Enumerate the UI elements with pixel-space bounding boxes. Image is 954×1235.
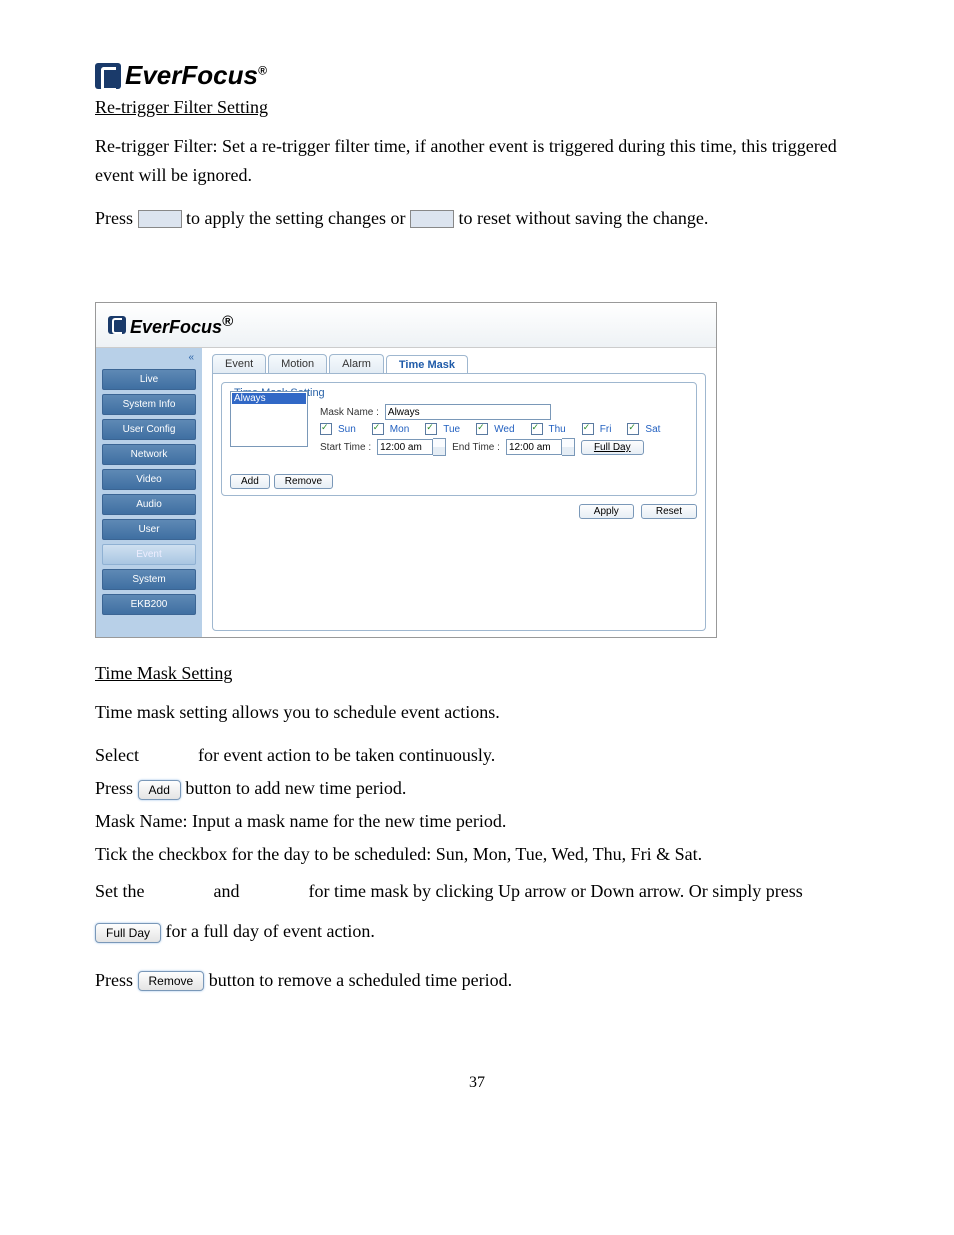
full-day-button[interactable]: Full Day xyxy=(581,440,644,455)
tab-alarm[interactable]: Alarm xyxy=(329,354,384,373)
tab-time-mask[interactable]: Time Mask xyxy=(386,355,468,374)
end-time-label: End Time : xyxy=(452,442,500,453)
main-pane: Event Motion Alarm Time Mask Time Mask S… xyxy=(202,348,716,637)
logo-icon xyxy=(95,63,121,89)
logo-word: EverFocus xyxy=(125,60,258,90)
screenshot-header: EverFocus® xyxy=(96,303,716,348)
spinner-arrows-icon[interactable] xyxy=(433,438,446,456)
mask-name-input[interactable] xyxy=(385,404,551,420)
sidebar-item-user[interactable]: User xyxy=(102,519,196,540)
remove-button[interactable]: Remove xyxy=(274,474,333,489)
sidebar-item-user-config[interactable]: User Config xyxy=(102,419,196,440)
sidebar-item-video[interactable]: Video xyxy=(102,469,196,490)
sidebar-item-event[interactable]: Event xyxy=(102,544,196,565)
text-press: Press xyxy=(95,208,138,228)
logo-text: EverFocus® xyxy=(125,60,267,91)
checkbox-mon[interactable] xyxy=(372,423,384,435)
checkbox-tue[interactable] xyxy=(425,423,437,435)
label-sun: Sun xyxy=(338,424,356,435)
tab-event[interactable]: Event xyxy=(212,354,266,373)
checkbox-wed[interactable] xyxy=(476,423,488,435)
tab-bar: Event Motion Alarm Time Mask xyxy=(212,354,706,373)
add-button[interactable]: Add xyxy=(230,474,270,489)
start-time-label: Start Time : xyxy=(320,442,371,453)
apply-button[interactable]: Apply xyxy=(579,504,634,519)
label-wed: Wed xyxy=(494,424,514,435)
checkbox-fri[interactable] xyxy=(582,423,594,435)
start-time-input[interactable] xyxy=(377,439,433,455)
label-sat: Sat xyxy=(645,424,660,435)
sidebar-item-system[interactable]: System xyxy=(102,569,196,590)
apply-button-placeholder xyxy=(138,210,182,228)
retrigger-description: Re-trigger Filter: Set a re-trigger filt… xyxy=(95,132,859,190)
text-reset-end: to reset without saving the change. xyxy=(458,208,708,228)
brand-logo: EverFocus® xyxy=(95,60,859,91)
sidebar-collapse-icon[interactable]: « xyxy=(102,352,196,365)
inline-add-button: Add xyxy=(138,780,181,800)
press-remove-line: Press Remove button to remove a schedule… xyxy=(95,966,859,995)
logo-trademark: ® xyxy=(258,63,267,77)
section-timemask-title: Time Mask Setting xyxy=(95,663,859,684)
reset-button[interactable]: Reset xyxy=(641,504,697,519)
inline-remove-button: Remove xyxy=(138,971,205,991)
checkbox-sat[interactable] xyxy=(627,423,639,435)
sidebar: « Live System Info User Config Network V… xyxy=(96,348,202,637)
page-number: 37 xyxy=(95,1074,859,1092)
sidebar-item-system-info[interactable]: System Info xyxy=(102,394,196,415)
end-time-input[interactable] xyxy=(506,439,562,455)
mask-list[interactable]: Always xyxy=(230,391,308,447)
set-time-instruction: Set the and for time mask by clicking Up… xyxy=(95,872,859,951)
label-thu: Thu xyxy=(549,424,566,435)
sidebar-item-live[interactable]: Live xyxy=(102,369,196,390)
timemask-intro: Time mask setting allows you to schedule… xyxy=(95,698,859,727)
tick-days-instruction: Tick the checkbox for the day to be sche… xyxy=(95,840,859,869)
start-time-spinner[interactable] xyxy=(377,438,446,456)
reset-button-placeholder xyxy=(410,210,454,228)
apply-reset-instruction: Press to apply the setting changes or to… xyxy=(95,204,859,233)
text-apply-or: to apply the setting changes or xyxy=(186,208,410,228)
label-mon: Mon xyxy=(390,424,409,435)
press-add-line: Press Add button to add new time period. xyxy=(95,774,859,803)
mask-list-option-always[interactable]: Always xyxy=(232,393,306,404)
time-mask-screenshot: EverFocus® « Live System Info User Confi… xyxy=(95,302,717,638)
label-tue: Tue xyxy=(443,424,460,435)
sidebar-item-ekb200[interactable]: EKB200 xyxy=(102,594,196,615)
sidebar-item-network[interactable]: Network xyxy=(102,444,196,465)
tab-panel: Time Mask Setting Always Mask Name : Sun… xyxy=(212,373,706,631)
section-retrigger-title: Re-trigger Filter Setting xyxy=(95,97,859,118)
shot-logo-icon xyxy=(108,316,126,334)
inline-fullday-button: Full Day xyxy=(95,923,161,943)
tab-motion[interactable]: Motion xyxy=(268,354,327,373)
mask-name-instruction: Mask Name: Input a mask name for the new… xyxy=(95,807,859,836)
sidebar-item-audio[interactable]: Audio xyxy=(102,494,196,515)
checkbox-sun[interactable] xyxy=(320,423,332,435)
checkbox-thu[interactable] xyxy=(531,423,543,435)
select-always-line: Select for event action to be taken cont… xyxy=(95,741,859,770)
shot-logo-text: EverFocus® xyxy=(130,313,233,338)
day-checkbox-row: Sun Mon Tue Wed Thu Fri Sat xyxy=(320,423,688,435)
mask-name-label: Mask Name : xyxy=(320,407,379,418)
label-fri: Fri xyxy=(600,424,612,435)
time-mask-fieldset: Time Mask Setting Always Mask Name : Sun… xyxy=(221,382,697,496)
spinner-arrows-icon[interactable] xyxy=(562,438,575,456)
end-time-spinner[interactable] xyxy=(506,438,575,456)
